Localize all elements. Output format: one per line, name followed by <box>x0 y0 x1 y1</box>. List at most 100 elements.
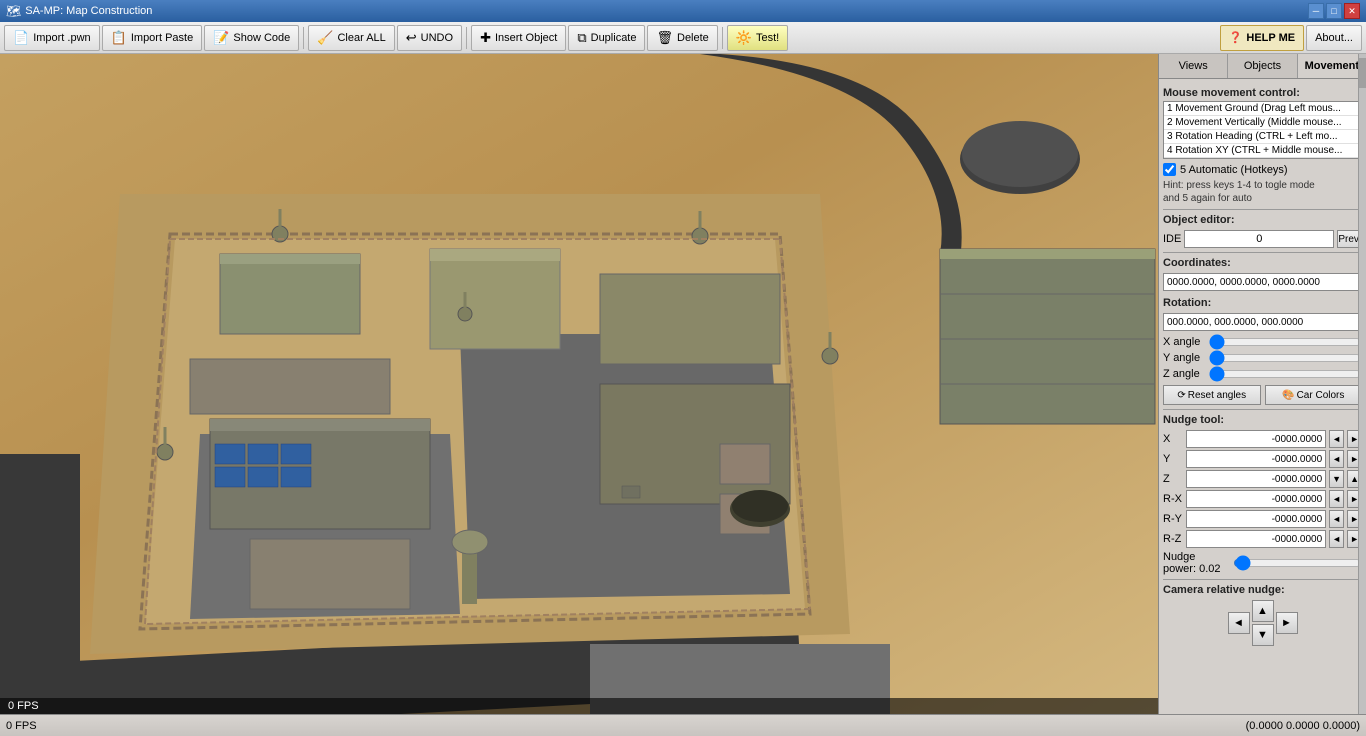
z-angle-slider[interactable] <box>1209 367 1362 381</box>
hint-text: Hint: press keys 1-4 to togle modeand 5 … <box>1163 179 1362 205</box>
show-code-icon: 📝 <box>213 30 229 46</box>
prev-button[interactable]: Prev <box>1337 230 1360 248</box>
object-editor: IDE Prev Next <box>1163 230 1362 248</box>
help-button[interactable]: ❓ HELP ME <box>1220 25 1304 51</box>
nudge-x-row: X ◄ ► <box>1163 430 1362 448</box>
nudge-z-input[interactable] <box>1186 470 1326 488</box>
nudge-rx-input[interactable] <box>1186 490 1326 508</box>
movement-item-3[interactable]: 3 Rotation Heading (CTRL + Left mo... <box>1164 130 1361 144</box>
camera-up-button[interactable]: ▲ <box>1252 600 1274 622</box>
maximize-button[interactable]: □ <box>1326 3 1342 19</box>
titlebar: 🗺 SA-MP: Map Construction ─ □ ✕ <box>0 0 1366 22</box>
minimize-button[interactable]: ─ <box>1308 3 1324 19</box>
nudge-y-row: Y ◄ ► <box>1163 450 1362 468</box>
right-panel: Views Objects Movement Mouse movement co… <box>1158 54 1366 714</box>
auto-checkbox[interactable] <box>1163 163 1176 176</box>
tab-views[interactable]: Views <box>1159 54 1228 78</box>
nudge-rz-row: R-Z ◄ ► <box>1163 530 1362 548</box>
auto-label: 5 Automatic (Hotkeys) <box>1180 164 1288 176</box>
reset-angles-button[interactable]: ⟳ Reset angles <box>1163 385 1261 405</box>
duplicate-icon: ⧉ <box>577 30 586 46</box>
show-code-button[interactable]: 📝 Show Code <box>204 25 299 51</box>
divider-3 <box>1163 409 1362 410</box>
test-button[interactable]: 🔆 Test! <box>727 25 788 51</box>
import-paste-button[interactable]: 📋 Import Paste <box>102 25 203 51</box>
ide-row: IDE Prev Next <box>1163 230 1362 248</box>
nudge-rz-input[interactable] <box>1186 530 1326 548</box>
x-angle-row: X angle <box>1163 335 1362 349</box>
y-angle-row: Y angle <box>1163 351 1362 365</box>
nudge-rz-left-button[interactable]: ◄ <box>1329 530 1344 548</box>
statusbar: 0 FPS (0.0000 0.0000 0.0000) <box>0 714 1366 736</box>
undo-icon: ↩ <box>406 30 417 46</box>
nudge-x-left-button[interactable]: ◄ <box>1329 430 1344 448</box>
clear-all-button[interactable]: 🧹 Clear ALL <box>308 25 395 51</box>
test-icon: 🔆 <box>736 30 752 46</box>
close-button[interactable]: ✕ <box>1344 3 1360 19</box>
nudge-ry-row: R-Y ◄ ► <box>1163 510 1362 528</box>
help-icon: ❓ <box>1229 31 1243 44</box>
tab-movement[interactable]: Movement <box>1298 54 1366 78</box>
nudge-x-input[interactable] <box>1186 430 1326 448</box>
nudge-rx-label: R-X <box>1163 493 1183 505</box>
nudge-rx-row: R-X ◄ ► <box>1163 490 1362 508</box>
nudge-z-row: Z ▼ ▲ <box>1163 470 1362 488</box>
movement-item-4[interactable]: 4 Rotation XY (CTRL + Middle mouse... <box>1164 144 1361 158</box>
camera-down-button[interactable]: ▼ <box>1252 624 1274 646</box>
z-angle-label: Z angle <box>1163 368 1205 380</box>
scrollbar[interactable] <box>1358 54 1366 714</box>
nudge-y-left-button[interactable]: ◄ <box>1329 450 1344 468</box>
nudge-power-slider[interactable] <box>1233 556 1362 570</box>
ide-input[interactable] <box>1184 230 1334 248</box>
camera-left-button[interactable]: ◄ <box>1228 612 1250 634</box>
nudge-power-label: Nudge power: 0.02 <box>1163 551 1229 575</box>
toolbar-separator-3 <box>722 27 723 49</box>
rotation-input[interactable] <box>1163 313 1362 331</box>
nudge-ry-input[interactable] <box>1186 510 1326 528</box>
car-colors-icon: 🎨 <box>1282 390 1294 401</box>
mouse-movement-title: Mouse movement control: <box>1163 87 1362 99</box>
movement-item-1[interactable]: 1 Movement Ground (Drag Left mous... <box>1164 102 1361 116</box>
nudge-z-label: Z <box>1163 473 1183 485</box>
about-button[interactable]: About... <box>1306 25 1362 51</box>
window-controls: ─ □ ✕ <box>1308 3 1360 19</box>
fps-status: 0 FPS <box>6 720 37 732</box>
main-area: 0 FPS Views Objects Movement Mouse movem… <box>0 54 1366 714</box>
scrollbar-thumb[interactable] <box>1359 58 1366 88</box>
nudge-y-label: Y <box>1163 453 1183 465</box>
toolbar-separator-1 <box>303 27 304 49</box>
movement-item-2[interactable]: 2 Movement Vertically (Middle mouse... <box>1164 116 1361 130</box>
tab-bar: Views Objects Movement <box>1159 54 1366 79</box>
movement-list[interactable]: 1 Movement Ground (Drag Left mous... 2 M… <box>1163 101 1362 159</box>
nudge-x-label: X <box>1163 433 1183 445</box>
delete-button[interactable]: 🗑 Delete <box>647 25 717 51</box>
car-colors-button[interactable]: 🎨 Car Colors <box>1265 385 1363 405</box>
x-angle-slider[interactable] <box>1209 335 1362 349</box>
y-angle-slider[interactable] <box>1209 351 1362 365</box>
fps-counter: 0 FPS <box>0 698 1158 714</box>
divider-4 <box>1163 579 1362 580</box>
nudge-tool-title: Nudge tool: <box>1163 414 1362 426</box>
undo-button[interactable]: ↩ UNDO <box>397 25 462 51</box>
nudge-rx-left-button[interactable]: ◄ <box>1329 490 1344 508</box>
import-pwn-button[interactable]: 📄 Import .pwn <box>4 25 100 51</box>
toolbar-separator-2 <box>466 27 467 49</box>
nudge-ry-left-button[interactable]: ◄ <box>1329 510 1344 528</box>
nudge-section: X ◄ ► Y ◄ ► Z ▼ ▲ R- <box>1163 430 1362 548</box>
action-row: ⟳ Reset angles 🎨 Car Colors <box>1163 385 1362 405</box>
tab-objects[interactable]: Objects <box>1228 54 1297 78</box>
coordinates-input[interactable] <box>1163 273 1362 291</box>
insert-object-icon: ✚ <box>480 30 491 46</box>
nudge-y-input[interactable] <box>1186 450 1326 468</box>
auto-checkbox-row: 5 Automatic (Hotkeys) <box>1163 163 1362 176</box>
panel-content: Mouse movement control: 1 Movement Groun… <box>1159 79 1366 714</box>
scene-svg <box>0 54 1158 714</box>
nudge-rz-label: R-Z <box>1163 533 1183 545</box>
camera-nudge-title: Camera relative nudge: <box>1163 584 1362 596</box>
camera-right-button[interactable]: ► <box>1276 612 1298 634</box>
nudge-z-down-button[interactable]: ▼ <box>1329 470 1344 488</box>
insert-object-button[interactable]: ✚ Insert Object <box>471 25 566 51</box>
toolbar: 📄 Import .pwn 📋 Import Paste 📝 Show Code… <box>0 22 1366 54</box>
duplicate-button[interactable]: ⧉ Duplicate <box>568 25 645 51</box>
viewport[interactable]: 0 FPS <box>0 54 1158 714</box>
